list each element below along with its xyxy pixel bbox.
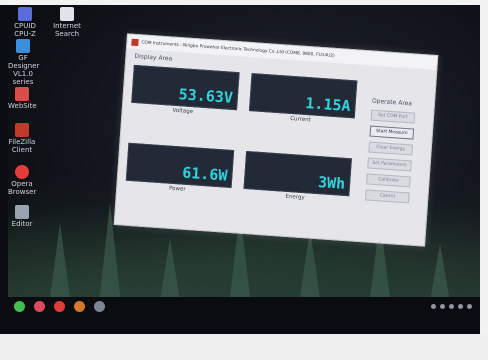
display-area-label: Display Area [134,52,173,63]
opera-taskbar-icon[interactable] [54,300,65,312]
voltage-value: 53.63V [178,85,234,107]
media-app-icon[interactable] [34,300,45,312]
editor-app-icon [15,205,29,219]
clear-energy-button[interactable]: Clear Energy [368,141,414,156]
desktop-icon-editor[interactable]: Editor [8,205,36,228]
monitor-bezel-bottom [0,334,488,360]
com-instruments-window: COM Instruments - Ningbo Prowehar Electr… [113,33,439,247]
search-app-icon [60,7,74,21]
monitor-bezel-right [480,0,488,360]
energy-value: 3Wh [317,173,346,193]
settings-app-icon[interactable] [94,300,105,312]
operate-area-label: Operate Area [371,97,413,108]
voltage-display: 53.63V [131,64,240,111]
app-logo-icon [131,38,139,46]
desktop-icon-opera[interactable]: Opera Browser [8,165,36,196]
desktop-icon-designer[interactable]: GF Designer VL1.0 series [8,39,39,86]
power-display: 61.6W [125,142,235,189]
desktop-icon-cpuz[interactable]: CPUID CPU-Z [10,7,40,38]
current-display: 1.15A [248,73,358,119]
desktop-icon-filezilla[interactable]: FileZilla Client [8,123,36,154]
calibrate-button[interactable]: Calibrate [366,173,411,188]
tray-icon[interactable] [449,303,454,309]
desktop-icon-website[interactable]: WebSite [8,87,37,110]
files-app-icon[interactable] [74,300,85,312]
set-com-port-button[interactable]: Set COM Port [370,109,416,124]
start-measure-button[interactable]: Start Measure [369,125,415,140]
chat-app-icon[interactable] [14,300,25,312]
opera-icon [15,165,29,179]
power-value: 61.6W [181,163,229,185]
cancel-button[interactable]: Cancel [365,189,410,204]
filezilla-icon [15,123,29,137]
tray-icon[interactable] [458,303,463,309]
taskbar [8,297,480,315]
website-app-icon [15,87,29,101]
cpuz-icon [18,7,32,21]
system-tray[interactable] [431,303,472,309]
current-value: 1.15A [304,93,352,116]
tray-icon[interactable] [431,303,436,309]
set-parameters-button[interactable]: Set Parameters [367,157,412,172]
tray-icon[interactable] [467,303,472,309]
tray-icon[interactable] [440,303,445,309]
energy-display: 3Wh [243,150,352,197]
desktop-icon-internet-search[interactable]: Internet Search [52,7,82,38]
designer-app-icon [16,39,30,53]
